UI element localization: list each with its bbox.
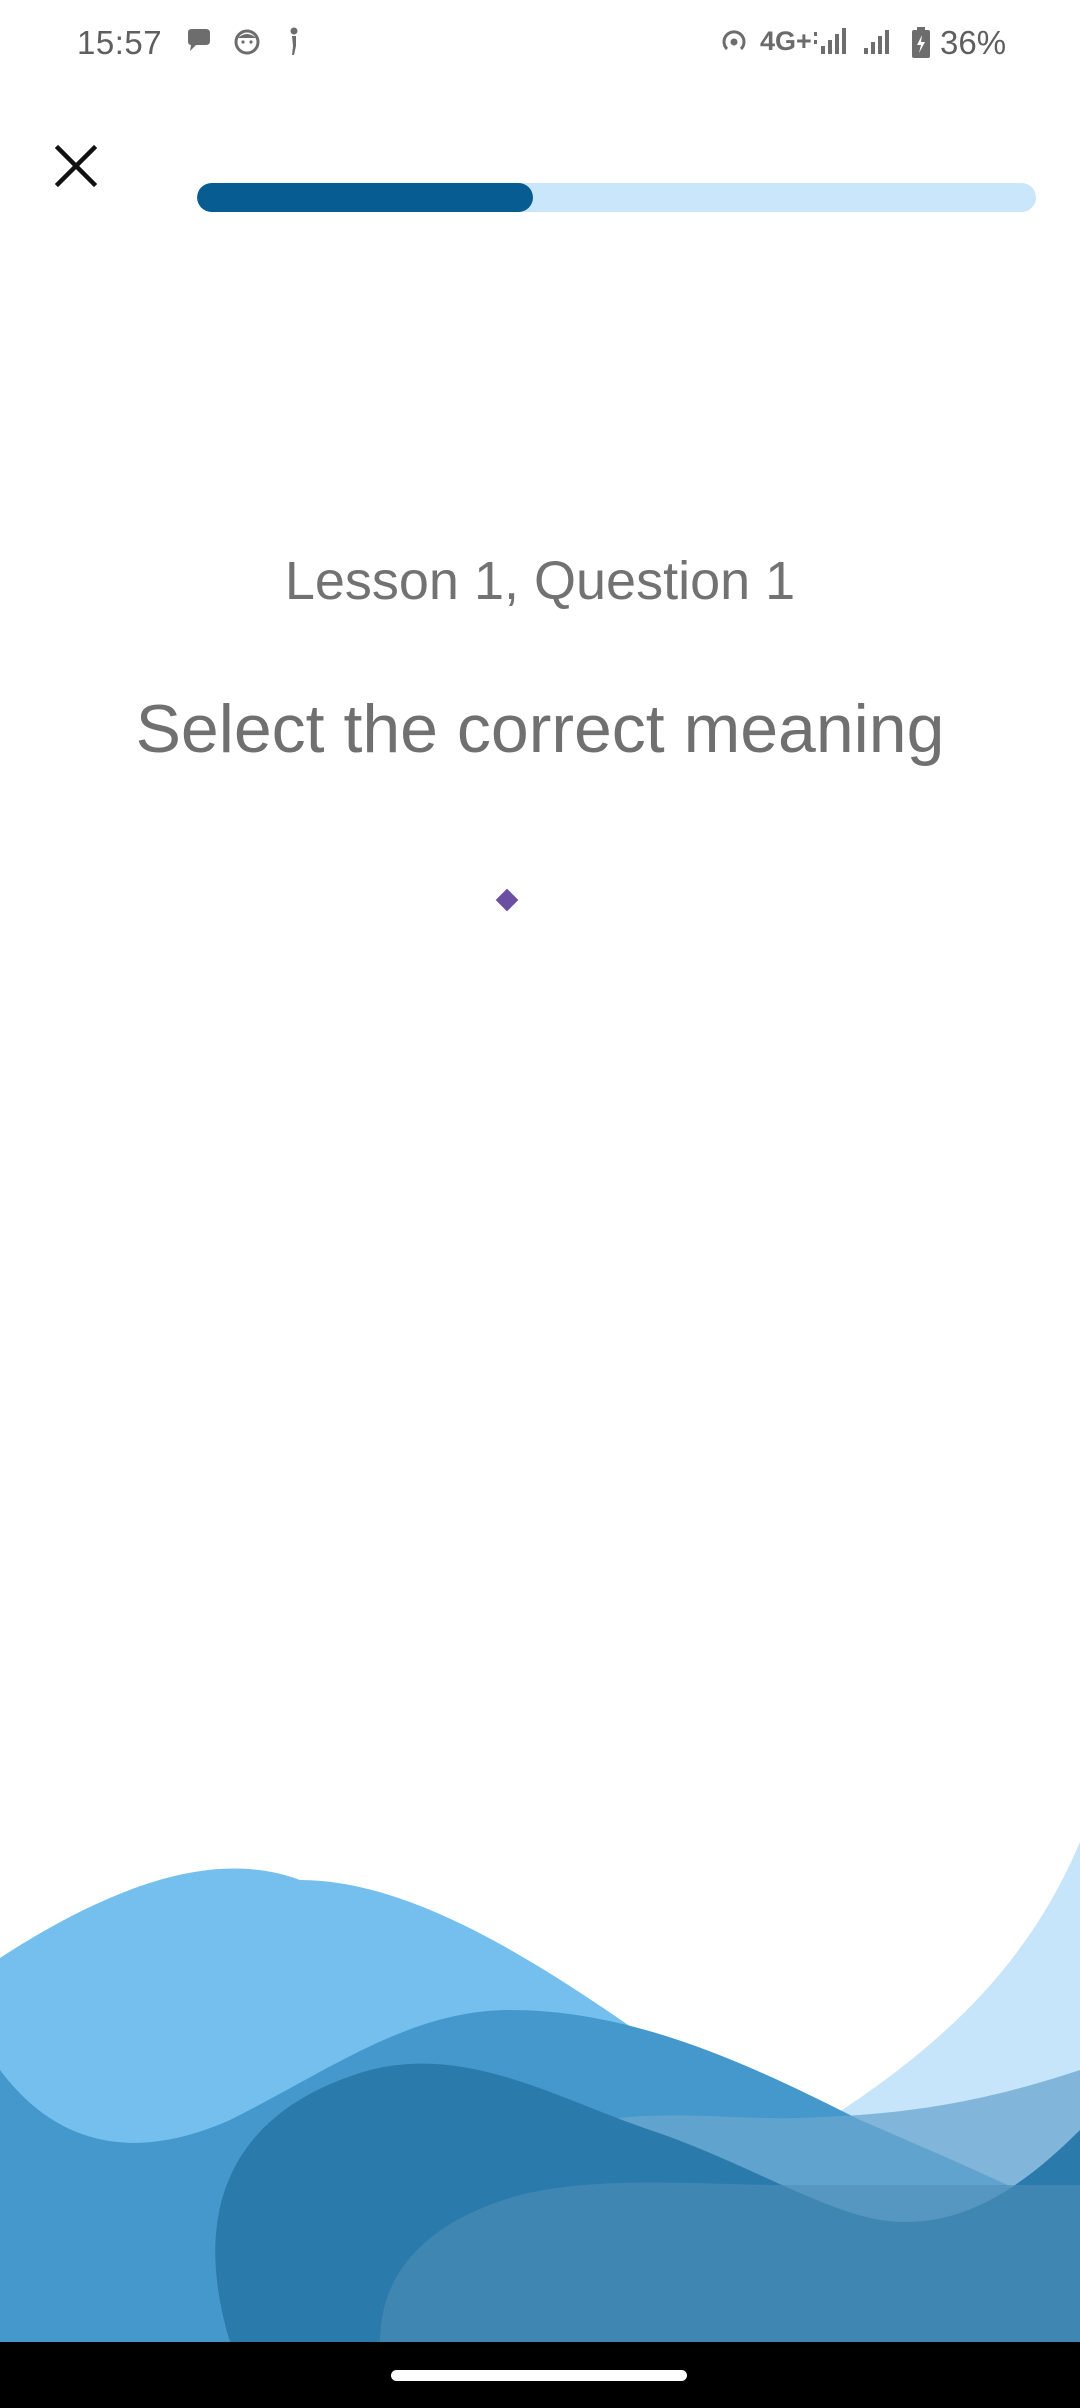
chat-bubble-icon <box>184 26 214 56</box>
cat-face-icon <box>232 26 262 56</box>
signal-strength-icon <box>812 26 846 58</box>
signal-strength-icon <box>862 26 896 58</box>
decorative-waves <box>0 1800 1080 2342</box>
hotspot-icon <box>718 26 750 58</box>
question-instruction: Select the correct meaning <box>135 691 945 767</box>
home-indicator[interactable] <box>391 2370 687 2381</box>
network-type: 4G+ <box>760 26 812 56</box>
battery-percentage: 36% <box>940 24 1007 61</box>
lesson-progress-bar <box>197 183 1036 212</box>
navigation-bar <box>0 2342 1080 2408</box>
close-button[interactable] <box>46 136 106 196</box>
lesson-question-label: Lesson 1, Question 1 <box>284 551 796 611</box>
battery-charging-icon <box>910 26 932 60</box>
status-time: 15:57 <box>77 24 163 61</box>
person-icon <box>284 26 304 58</box>
status-bar: 15:57 4G+ 36% <box>0 0 1080 90</box>
lesson-progress-fill <box>197 183 533 212</box>
loading-spinner <box>495 888 519 912</box>
close-icon <box>54 144 98 188</box>
